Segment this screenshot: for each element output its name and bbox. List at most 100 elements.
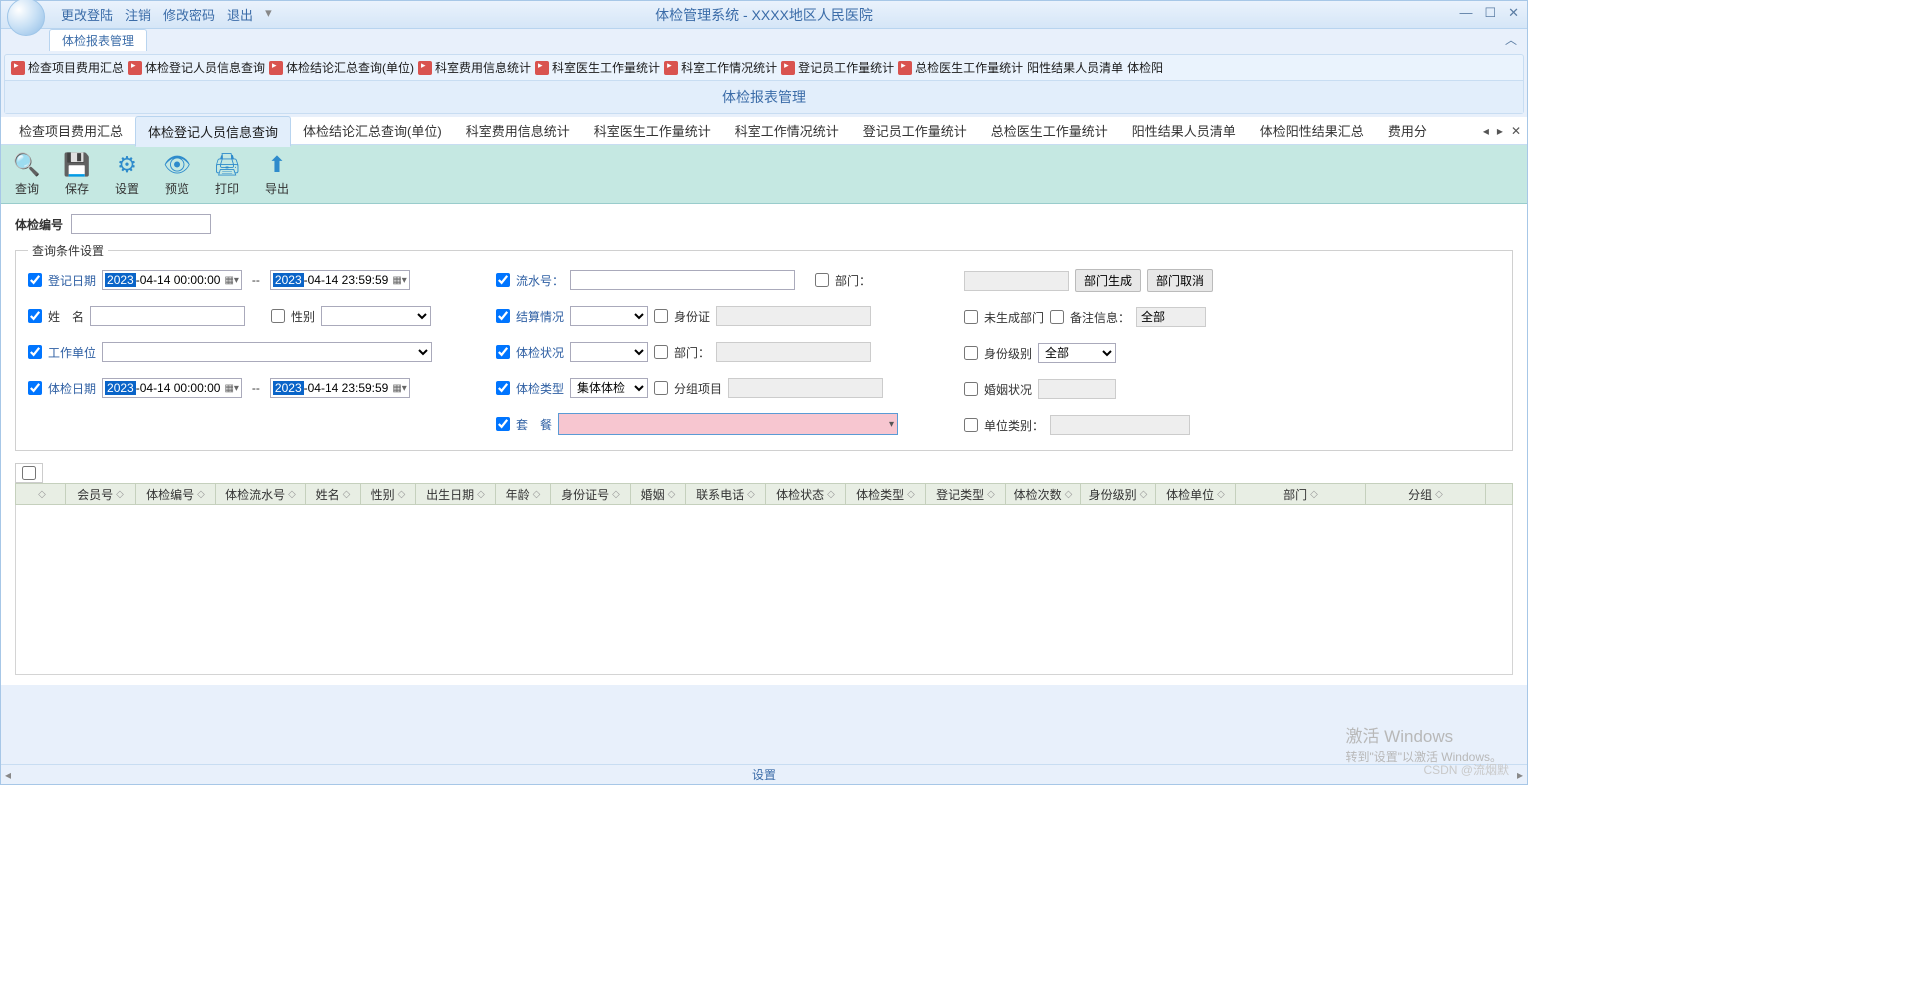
input-flow[interactable]	[570, 270, 795, 290]
ribbon-item-6[interactable]: 登记员工作量统计	[781, 59, 894, 76]
app-orb-icon[interactable]	[7, 0, 45, 36]
col-13[interactable]: 登记类型◇	[926, 484, 1006, 504]
subtab-9[interactable]: 体检阳性结果汇总	[1248, 116, 1376, 146]
tb-save[interactable]: 💾保存	[59, 149, 95, 199]
subtab-1[interactable]: 体检登记人员信息查询	[135, 116, 291, 147]
tab-scroll-right-icon[interactable]: ▸	[1497, 124, 1503, 138]
chk-id-level[interactable]	[964, 346, 978, 360]
minimize-icon[interactable]: —	[1459, 5, 1472, 21]
chk-marry[interactable]	[964, 382, 978, 396]
col-17[interactable]: 部门◇	[1236, 484, 1366, 504]
tab-scroll-left-icon[interactable]: ◂	[1483, 124, 1489, 138]
col-5[interactable]: 性别◇	[361, 484, 416, 504]
col-12[interactable]: 体检类型◇	[846, 484, 926, 504]
input-exam-code[interactable]	[71, 214, 211, 234]
select-exam-status[interactable]	[570, 342, 648, 362]
col-3[interactable]: 体检流水号◇	[216, 484, 306, 504]
ribbon-item-5[interactable]: 科室工作情况统计	[664, 59, 777, 76]
col-1[interactable]: 会员号◇	[66, 484, 136, 504]
select-settle[interactable]	[570, 306, 648, 326]
col-18[interactable]: 分组◇	[1366, 484, 1486, 504]
subtab-2[interactable]: 体检结论汇总查询(单位)	[291, 116, 454, 146]
chk-settle[interactable]	[496, 309, 510, 323]
ribbon-item-3[interactable]: 科室费用信息统计	[418, 59, 531, 76]
tab-close-icon[interactable]: ✕	[1511, 124, 1521, 138]
chk-select-all[interactable]	[22, 466, 36, 480]
col-10[interactable]: 联系电话◇	[686, 484, 766, 504]
calendar-icon[interactable]: ▦▾	[224, 275, 238, 286]
exam-date-to[interactable]: 2023-04-14 23:59:59▦▾	[270, 378, 410, 398]
calendar-icon[interactable]: ▦▾	[392, 275, 406, 286]
chk-remark[interactable]	[1050, 310, 1064, 324]
chk-exam-status[interactable]	[496, 345, 510, 359]
menu-logoff[interactable]: 注销	[121, 3, 155, 26]
chk-group[interactable]	[654, 381, 668, 395]
module-tab-report[interactable]: 体检报表管理	[49, 29, 147, 51]
calendar-icon[interactable]: ▦▾	[224, 383, 238, 394]
select-unit[interactable]	[102, 342, 432, 362]
ribbon-item-8[interactable]: 阳性结果人员清单	[1027, 59, 1123, 76]
col-15[interactable]: 身份级别◇	[1081, 484, 1156, 504]
col-8[interactable]: 身份证号◇	[551, 484, 631, 504]
chk-id[interactable]	[654, 309, 668, 323]
select-package[interactable]: ▾	[558, 413, 898, 435]
menu-change-login[interactable]: 更改登陆	[57, 3, 117, 26]
collapse-ribbon-icon[interactable]: ︿	[1505, 31, 1517, 48]
scroll-right-icon[interactable]: ▸	[1517, 768, 1523, 782]
chk-unit[interactable]	[28, 345, 42, 359]
subtab-10[interactable]: 费用分	[1376, 116, 1439, 146]
subtab-0[interactable]: 检查项目费用汇总	[7, 116, 135, 146]
tb-settings[interactable]: ⚙设置	[109, 149, 145, 199]
chk-package[interactable]	[496, 417, 510, 431]
subtab-5[interactable]: 科室工作情况统计	[723, 116, 851, 146]
col-7[interactable]: 年龄◇	[496, 484, 551, 504]
select-sex[interactable]	[321, 306, 431, 326]
exam-date-from[interactable]: 2023-04-14 00:00:00▦▾	[102, 378, 242, 398]
reg-date-from[interactable]: 2023-04-14 00:00:00▦▾	[102, 270, 242, 290]
chk-sex[interactable]	[271, 309, 285, 323]
input-name[interactable]	[90, 306, 245, 326]
scroll-left-icon[interactable]: ◂	[5, 768, 11, 782]
chk-no-dept[interactable]	[964, 310, 978, 324]
subtab-3[interactable]: 科室费用信息统计	[454, 116, 582, 146]
chk-name[interactable]	[28, 309, 42, 323]
tb-preview[interactable]: 👁预览	[159, 149, 195, 199]
col-0[interactable]: ◇	[16, 484, 66, 504]
ribbon-item-9[interactable]: 体检阳	[1127, 59, 1163, 76]
close-icon[interactable]: ✕	[1508, 5, 1519, 21]
ribbon-item-1[interactable]: 体检登记人员信息查询	[128, 59, 265, 76]
subtab-7[interactable]: 总检医生工作量统计	[979, 116, 1120, 146]
col-9[interactable]: 婚姻◇	[631, 484, 686, 504]
col-2[interactable]: 体检编号◇	[136, 484, 216, 504]
col-6[interactable]: 出生日期◇	[416, 484, 496, 504]
chk-exam-date[interactable]	[28, 381, 42, 395]
btn-dept-cancel[interactable]: 部门取消	[1147, 269, 1213, 292]
ribbon-item-4[interactable]: 科室医生工作量统计	[535, 59, 660, 76]
col-16[interactable]: 体检单位◇	[1156, 484, 1236, 504]
subtab-8[interactable]: 阳性结果人员清单	[1120, 116, 1248, 146]
menu-change-password[interactable]: 修改密码	[159, 3, 219, 26]
tb-print[interactable]: 🖨打印	[209, 149, 245, 199]
col-4[interactable]: 姓名◇	[306, 484, 361, 504]
chk-exam-type[interactable]	[496, 381, 510, 395]
ribbon-item-7[interactable]: 总检医生工作量统计	[898, 59, 1023, 76]
chk-flow[interactable]	[496, 273, 510, 287]
btn-dept-gen[interactable]: 部门生成	[1075, 269, 1141, 292]
chk-dept1[interactable]	[815, 273, 829, 287]
ribbon-item-0[interactable]: 检查项目费用汇总	[11, 59, 124, 76]
subtab-4[interactable]: 科室医生工作量统计	[582, 116, 723, 146]
tb-query[interactable]: 🔍查询	[9, 149, 45, 199]
menu-dropdown-icon[interactable]: ▾	[261, 3, 276, 26]
chk-dept2[interactable]	[654, 345, 668, 359]
col-14[interactable]: 体检次数◇	[1006, 484, 1081, 504]
col-11[interactable]: 体检状态◇	[766, 484, 846, 504]
subtab-6[interactable]: 登记员工作量统计	[851, 116, 979, 146]
reg-date-to[interactable]: 2023-04-14 23:59:59▦▾	[270, 270, 410, 290]
ribbon-item-2[interactable]: 体检结论汇总查询(单位)	[269, 59, 414, 76]
maximize-icon[interactable]: ☐	[1484, 5, 1496, 21]
tb-export[interactable]: ⬆导出	[259, 149, 295, 199]
calendar-icon[interactable]: ▦▾	[392, 383, 406, 394]
menu-exit[interactable]: 退出	[223, 3, 257, 26]
chk-unit-type[interactable]	[964, 418, 978, 432]
select-exam-type[interactable]: 集体体检	[570, 378, 648, 398]
